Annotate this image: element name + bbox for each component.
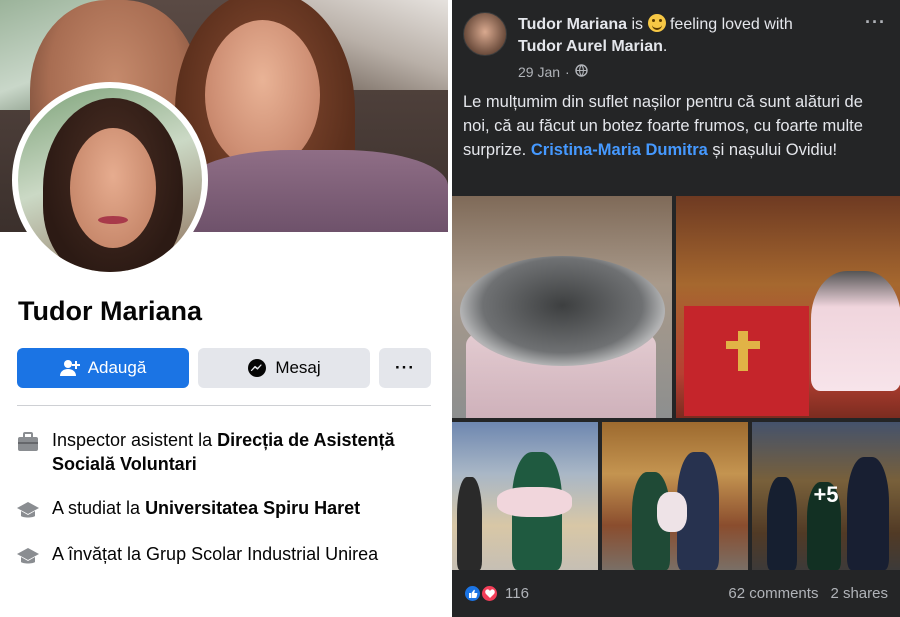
post-photo-4[interactable]	[602, 422, 748, 570]
profile-panel: Tudor Mariana Adaugă Mesaj ··· Inspector…	[0, 0, 448, 617]
add-friend-label: Adaugă	[87, 358, 147, 377]
more-photos-count: +5	[813, 482, 839, 507]
post-photo-5-more[interactable]: +5	[752, 422, 900, 570]
graduation-cap-icon	[16, 498, 40, 522]
reactions-summary[interactable]: 116	[463, 584, 529, 603]
reaction-count: 116	[505, 585, 529, 602]
post-text-end: și nașului Ovidiu!	[707, 141, 838, 159]
intro-work: Inspector asistent la Direcția de Asiste…	[16, 428, 436, 476]
briefcase-icon	[16, 430, 40, 454]
post-more-button[interactable]: ···	[865, 12, 886, 33]
feeling-loved-emoji-icon	[647, 14, 666, 32]
post-tagged-name[interactable]: Tudor Aurel Marian	[518, 38, 663, 55]
post-author-avatar[interactable]	[463, 12, 507, 56]
post-header: Tudor Mariana is feeling loved with Tudo…	[518, 14, 858, 58]
intro-university: A studiat la Universitatea Spiru Haret	[16, 496, 436, 522]
graduation-cap-icon	[16, 544, 40, 568]
intro-highschool-text: A învățat la Grup Scolar Industrial Unir…	[52, 544, 379, 564]
messenger-icon	[247, 358, 267, 378]
intro-university-link[interactable]: Universitatea Spiru Haret	[145, 498, 360, 518]
globe-icon	[575, 64, 588, 80]
post-photo-2[interactable]	[676, 196, 900, 418]
post-photo-3[interactable]	[452, 422, 598, 570]
intro-university-prefix: A studiat la	[52, 498, 146, 518]
post-date-separator: ·	[565, 64, 570, 80]
post-photo-1[interactable]	[452, 196, 672, 418]
more-options-icon: ···	[395, 358, 415, 377]
post-feeling-is: is	[631, 16, 644, 33]
post-card: Tudor Mariana is feeling loved with Tudo…	[452, 0, 900, 617]
message-button[interactable]: Mesaj	[198, 348, 370, 388]
avatar[interactable]	[18, 88, 202, 272]
intro-highschool: A învățat la Grup Scolar Industrial Unir…	[16, 542, 436, 568]
profile-name: Tudor Mariana	[18, 296, 203, 326]
love-reaction-icon	[480, 584, 499, 603]
post-mention[interactable]: Cristina-Maria Dumitra	[531, 141, 708, 159]
post-text: Le mulțumim din suflet nașilor pentru că…	[463, 90, 888, 162]
add-friend-icon	[59, 359, 80, 377]
intro-work-prefix: Inspector asistent la	[52, 430, 218, 450]
add-friend-button[interactable]: Adaugă	[17, 348, 189, 388]
divider	[17, 405, 431, 406]
shares-count[interactable]: 2 shares	[830, 585, 888, 602]
post-feeling-text: feeling loved with	[669, 16, 793, 33]
post-date[interactable]: 29 Jan	[518, 64, 560, 80]
message-label: Mesaj	[275, 358, 321, 377]
post-tagged-end: .	[662, 38, 668, 55]
post-author-name[interactable]: Tudor Mariana	[518, 16, 627, 33]
engagement-counts: 62 comments 2 shares	[728, 585, 888, 602]
comments-count[interactable]: 62 comments	[728, 585, 818, 602]
post-meta: 29 Jan ·	[518, 64, 588, 80]
more-options-button[interactable]: ···	[379, 348, 431, 388]
